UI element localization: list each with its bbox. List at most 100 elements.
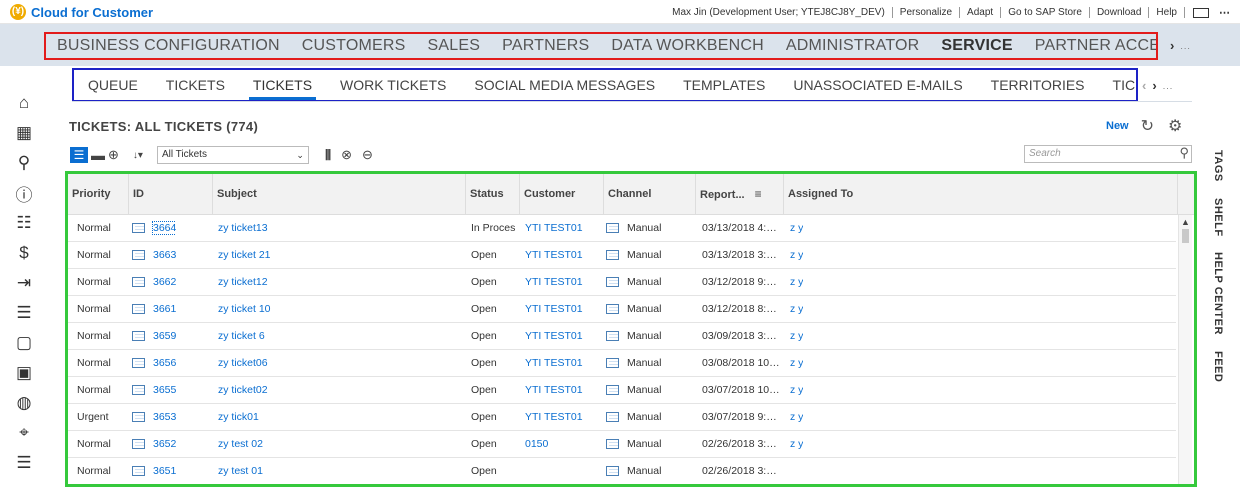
user-name-link[interactable]: Max Jin (Development User; YTEJ8CJ8Y_DEV… (665, 7, 893, 18)
zoom-icon[interactable]: ⊖ (362, 147, 373, 163)
ticket-id-link[interactable]: 3655 (153, 384, 176, 396)
table-row[interactable]: Normal 3664 zy ticket13 In Proces YTI TE… (68, 215, 1176, 242)
table-scrollbar[interactable]: ▲ (1178, 215, 1192, 484)
ticket-id-link[interactable]: 3663 (153, 249, 176, 261)
tags-tab[interactable]: TAGS (1212, 150, 1224, 182)
column-header-customer[interactable]: Customer (520, 174, 604, 215)
ticket-subject-link[interactable]: zy ticket02 (218, 377, 268, 404)
main-nav-data-workbench[interactable]: DATA WORKBENCH (600, 37, 774, 55)
alert-icon[interactable]: ⓘ (0, 178, 48, 208)
main-nav-next-icon[interactable]: › (1170, 38, 1174, 53)
ticket-subject-link[interactable]: zy ticket 21 (218, 242, 271, 269)
ticket-subject-link[interactable]: zy ticket 6 (218, 323, 265, 350)
main-nav-service[interactable]: SERVICE (930, 37, 1023, 55)
table-row[interactable]: Normal 3656 zy ticket06 Open YTI TEST01 … (68, 350, 1176, 377)
tab-ticket[interactable]: TICKET (1099, 70, 1136, 100)
sub-nav-more-icon[interactable]: ... (1163, 81, 1174, 91)
table-view-icon[interactable]: ▬ (91, 147, 105, 163)
assigned-to-link[interactable]: z y (790, 323, 803, 350)
list-icon[interactable]: ☰ (0, 448, 48, 478)
map-pin-icon[interactable]: ⌖ (0, 418, 48, 448)
tab-social-media-messages[interactable]: SOCIAL MEDIA MESSAGES (460, 70, 669, 100)
table-row[interactable]: Normal 3652 zy test 02 Open 0150 Manual … (68, 431, 1176, 458)
column-header-channel[interactable]: Channel (604, 174, 696, 215)
ticket-id-link[interactable]: 3652 (153, 438, 176, 450)
sub-nav-next-icon[interactable]: › (1152, 78, 1156, 93)
sort-icon[interactable]: ↓▾ (133, 150, 143, 161)
main-nav-partners[interactable]: PARTNERS (491, 37, 600, 55)
ticket-subject-link[interactable]: zy tick01 (218, 404, 259, 431)
table-row[interactable]: Normal 3655 zy ticket02 Open YTI TEST01 … (68, 377, 1176, 404)
customer-link[interactable]: YTI TEST01 (525, 350, 583, 377)
new-button[interactable]: New (1106, 120, 1129, 132)
assigned-to-link[interactable]: z y (790, 404, 803, 431)
main-nav-sales[interactable]: SALES (417, 37, 492, 55)
customer-link[interactable]: YTI TEST01 (525, 323, 583, 350)
clear-filter-icon[interactable]: ⊗ (341, 147, 352, 163)
brand[interactable]: (¥) Cloud for Customer (10, 4, 153, 20)
adapt-link[interactable]: Adapt (960, 7, 1002, 18)
shelf-tab[interactable]: SHELF (1212, 198, 1224, 237)
ticket-subject-link[interactable]: zy ticket06 (218, 350, 268, 377)
tab-work-tickets[interactable]: WORK TICKETS (326, 70, 460, 100)
calendar-icon[interactable]: ▦ (0, 118, 48, 148)
scroll-thumb[interactable] (1182, 229, 1189, 243)
quote-icon[interactable]: ☰ (0, 298, 48, 328)
table-row[interactable]: Normal 3659 zy ticket 6 Open YTI TEST01 … (68, 323, 1176, 350)
main-nav-administrator[interactable]: ADMINISTRATOR (775, 37, 931, 55)
customer-link[interactable]: YTI TEST01 (525, 215, 583, 242)
money-transfer-icon[interactable]: ⇥ (0, 268, 48, 298)
assigned-to-link[interactable]: z y (790, 269, 803, 296)
sub-nav-prev-icon[interactable]: ‹ (1142, 78, 1146, 93)
tab-tickets-active[interactable]: TICKETS (239, 70, 326, 100)
customer-link[interactable]: YTI TEST01 (525, 242, 583, 269)
columns-icon[interactable]: ⦀ (325, 147, 331, 164)
ticket-id-link[interactable]: 3662 (153, 276, 176, 288)
ticket-id-link[interactable]: 3653 (153, 411, 176, 423)
assigned-to-link[interactable]: z y (790, 215, 803, 242)
main-nav-business-configuration[interactable]: BUSINESS CONFIGURATION (46, 37, 291, 55)
customer-link[interactable]: YTI TEST01 (525, 269, 583, 296)
map-view-icon[interactable]: ⊕ (108, 147, 119, 163)
tab-templates[interactable]: TEMPLATES (669, 70, 779, 100)
money-icon[interactable]: $ (0, 238, 48, 268)
column-header-assigned-to[interactable]: Assigned To (784, 174, 1178, 215)
feed-tab[interactable]: FEED (1212, 351, 1224, 382)
table-row[interactable]: Normal 3661 zy ticket 10 Open YTI TEST01… (68, 296, 1176, 323)
tab-unassociated-emails[interactable]: UNASSOCIATED E-MAILS (779, 70, 976, 100)
tab-tickets[interactable]: TICKETS (152, 70, 239, 100)
customer-link[interactable]: YTI TEST01 (525, 296, 583, 323)
column-header-id[interactable]: ID (129, 174, 213, 215)
ticket-subject-link[interactable]: zy test 01 (218, 458, 263, 484)
ticket-id-link[interactable]: 3656 (153, 357, 176, 369)
column-header-priority[interactable]: Priority (68, 174, 129, 215)
assigned-to-link[interactable]: z y (790, 350, 803, 377)
main-nav-customers[interactable]: CUSTOMERS (291, 37, 417, 55)
search-icon[interactable]: ⚲ (0, 148, 48, 178)
ticket-id-link[interactable]: 3651 (153, 465, 176, 477)
ticket-subject-link[interactable]: zy ticket12 (218, 269, 268, 296)
assigned-to-link[interactable]: z y (790, 431, 803, 458)
window-icon[interactable] (1193, 7, 1209, 18)
search-icon[interactable]: ⚲ (1179, 145, 1189, 161)
home-icon[interactable]: ⌂ (0, 88, 48, 118)
help-center-tab[interactable]: HELP CENTER (1212, 252, 1224, 335)
view-selector[interactable]: All Tickets ⌄ (156, 146, 309, 164)
table-row[interactable]: Urgent 3653 zy tick01 Open YTI TEST01 Ma… (68, 404, 1176, 431)
tab-queue[interactable]: QUEUE (74, 70, 152, 100)
column-header-status[interactable]: Status (466, 174, 520, 215)
table-row[interactable]: Normal 3663 zy ticket 21 Open YTI TEST01… (68, 242, 1176, 269)
main-nav-more-icon[interactable]: ... (1180, 41, 1191, 51)
invoice-icon[interactable]: ▣ (0, 358, 48, 388)
customer-link[interactable]: 0150 (525, 431, 548, 458)
ticket-id-link[interactable]: 3661 (153, 303, 176, 315)
help-link[interactable]: Help (1149, 7, 1185, 18)
customer-link[interactable]: YTI TEST01 (525, 377, 583, 404)
scroll-up-icon[interactable]: ▲ (1179, 217, 1192, 227)
download-link[interactable]: Download (1090, 7, 1150, 18)
ticket-subject-link[interactable]: zy ticket13 (218, 215, 268, 242)
customer-link[interactable]: YTI TEST01 (525, 404, 583, 431)
more-options-icon[interactable]: ⋯ (1219, 6, 1230, 19)
list-view-icon[interactable]: ☰ (70, 147, 88, 163)
assigned-to-link[interactable]: z y (790, 296, 803, 323)
